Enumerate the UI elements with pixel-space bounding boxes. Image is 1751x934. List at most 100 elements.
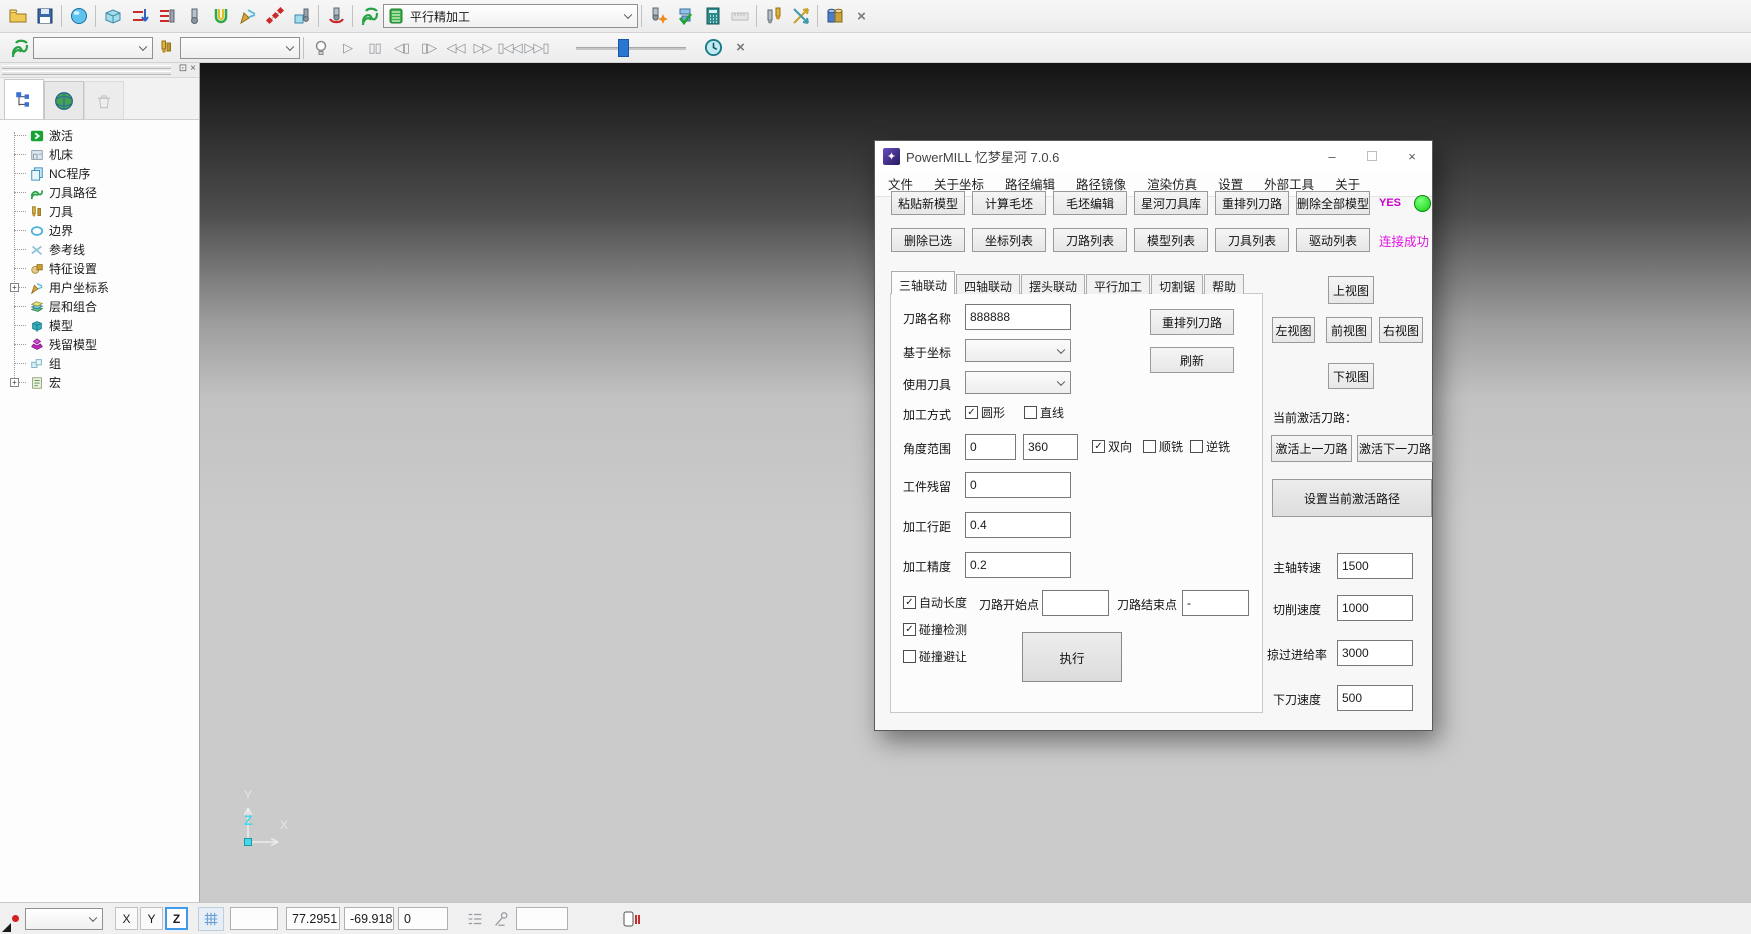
maximize-button[interactable] <box>1352 141 1392 171</box>
calc-block-button[interactable]: 计算毛坯 <box>972 191 1046 215</box>
step-back-button[interactable]: ◁▯ <box>388 35 415 61</box>
tolerance-input[interactable]: 0.2 <box>965 552 1071 578</box>
statusbar-combo[interactable] <box>25 908 103 930</box>
feeds-speeds-button[interactable] <box>153 3 180 29</box>
rapid-heights-button[interactable] <box>126 3 153 29</box>
view-left-button[interactable]: 左视图 <box>1272 317 1315 343</box>
angle-to-input[interactable]: 360 <box>1023 434 1078 460</box>
bidirectional-checkbox[interactable]: ✓双向 <box>1092 438 1132 455</box>
start-point-input[interactable] <box>1042 590 1109 616</box>
toolpath-list-button[interactable]: 刀路列表 <box>1053 228 1127 252</box>
measure-button[interactable] <box>726 3 753 29</box>
save-project-button[interactable] <box>31 3 58 29</box>
tree-item-nc-programs[interactable]: NC程序 <box>6 164 199 183</box>
dialog-close-button[interactable]: × <box>1392 141 1432 171</box>
toolbar2-close-button[interactable]: × <box>727 35 754 61</box>
cutting-feed-input[interactable]: 1000 <box>1337 595 1413 621</box>
tree-item-levels-sets[interactable]: 层和组合 <box>6 297 199 316</box>
simulation-tool-button2[interactable] <box>153 35 180 61</box>
toolpath-transform-button[interactable] <box>787 3 814 29</box>
resize-grip[interactable] <box>2 923 11 932</box>
go-start-button[interactable]: ▯◁◁ <box>496 35 523 61</box>
climb-checkbox[interactable]: 顺铣 <box>1143 438 1183 455</box>
tool-button[interactable] <box>180 3 207 29</box>
go-end-button[interactable]: ▷▷▯ <box>523 35 550 61</box>
search-back-button[interactable]: ◁◁ <box>442 35 469 61</box>
tab-parallel[interactable]: 平行加工 <box>1086 274 1150 294</box>
block-edit-button[interactable]: 毛坯编辑 <box>1053 191 1127 215</box>
float-panel-icon[interactable]: ⊡ <box>179 63 187 74</box>
pause-button[interactable]: ▯▯ <box>361 35 388 61</box>
tree-item-machine[interactable]: 机床 <box>6 145 199 164</box>
tree-item-workplanes[interactable]: +用户坐标系 <box>6 278 199 297</box>
activate-prev-button[interactable]: 激活上一刀路 <box>1271 435 1352 462</box>
auto-length-checkbox[interactable]: ✓自动长度 <box>903 594 967 611</box>
mode-circle-checkbox[interactable]: ✓圆形 <box>965 404 1005 421</box>
simulation-clock-button[interactable] <box>700 35 727 61</box>
collision-check-button[interactable] <box>821 3 848 29</box>
tool-list-button[interactable]: 刀具列表 <box>1215 228 1289 252</box>
tab-explorer-world[interactable] <box>44 81 84 119</box>
axis-y-button[interactable]: Y <box>140 907 163 930</box>
simulation-toolpath-combo[interactable] <box>33 37 153 59</box>
view-right-button[interactable]: 右视图 <box>1379 317 1423 343</box>
tab-explorer-trash[interactable] <box>84 81 124 119</box>
model-list-button[interactable]: 模型列表 <box>1134 228 1208 252</box>
simulation-toolpath-button[interactable] <box>6 35 33 61</box>
tab-saw[interactable]: 切割锯 <box>1151 274 1203 294</box>
simulation-speed-slider[interactable] <box>576 37 686 59</box>
tree-item-feature-sets[interactable]: 特征设置 <box>6 259 199 278</box>
rearrange-toolpaths-button[interactable]: 重排列刀路 <box>1215 191 1289 215</box>
tool-library-button[interactable]: 星河刀具库 <box>1134 191 1208 215</box>
based-coord-combo[interactable] <box>965 339 1071 362</box>
activate-next-button[interactable]: 激活下一刀路 <box>1357 435 1433 462</box>
view-top-button[interactable]: 上视图 <box>1328 276 1374 304</box>
tab-head-tilt[interactable]: 摆头联动 <box>1021 274 1085 294</box>
tree-item-tools[interactable]: 刀具 <box>6 202 199 221</box>
toolpath-button[interactable] <box>356 3 383 29</box>
execute-button[interactable]: 执行 <box>1022 632 1122 682</box>
dialog-titlebar[interactable]: ✦ PowerMILL 忆梦星河 7.0.6 – × <box>875 141 1432 171</box>
tree-item-boundaries[interactable]: 边界 <box>6 221 199 240</box>
clipboard-phone-icon[interactable] <box>618 907 644 931</box>
expand-icon[interactable]: + <box>10 378 19 387</box>
simulation-tool-combo[interactable] <box>180 37 300 59</box>
explorer-grip-strip[interactable]: ⊡ × <box>0 63 199 78</box>
stock-remain-input[interactable]: 0 <box>965 472 1071 498</box>
toolbar-close-button[interactable]: × <box>848 3 875 29</box>
simulate-tool-button[interactable] <box>322 3 349 29</box>
shaded-view-button[interactable] <box>65 3 92 29</box>
delete-all-models-button[interactable]: 删除全部模型 <box>1296 191 1370 215</box>
grid-toggle-button[interactable] <box>198 907 224 931</box>
tab-3axis[interactable]: 三轴联动 <box>891 271 955 294</box>
coord-list-button[interactable]: 坐标列表 <box>972 228 1046 252</box>
tree-item-toolpaths[interactable]: 刀具路径 <box>6 183 199 202</box>
tree-item-groups[interactable]: 组 <box>6 354 199 373</box>
collision-avoid-checkbox[interactable]: 碰撞避让 <box>903 648 967 665</box>
slider-handle[interactable] <box>618 39 629 57</box>
collision-check-checkbox[interactable]: ✓碰撞检测 <box>903 621 967 638</box>
close-panel-icon[interactable]: × <box>190 63 196 74</box>
simulate-entity-button[interactable] <box>645 3 672 29</box>
axis-z-button[interactable]: Z <box>165 907 188 930</box>
stepover-input[interactable]: 0.4 <box>965 512 1071 538</box>
view-front-button[interactable]: 前视图 <box>1326 317 1372 343</box>
tree-item-macros[interactable]: +宏 <box>6 373 199 392</box>
open-project-button[interactable] <box>4 3 31 29</box>
plunge-feed-input[interactable]: 500 <box>1337 685 1413 711</box>
axis-x-button[interactable]: X <box>115 907 138 930</box>
pattern-button[interactable] <box>261 3 288 29</box>
tool-pair-button[interactable] <box>760 3 787 29</box>
set-active-path-button[interactable]: 设置当前激活路径 <box>1272 479 1432 517</box>
rearrange-button[interactable]: 重排列刀路 <box>1150 309 1234 335</box>
refresh-button[interactable]: 刷新 <box>1150 347 1234 373</box>
view-bottom-button[interactable]: 下视图 <box>1328 363 1374 389</box>
spindle-speed-input[interactable]: 1500 <box>1337 553 1413 579</box>
tab-help[interactable]: 帮助 <box>1204 274 1244 294</box>
tree-item-stock-models[interactable]: 残留模型 <box>6 335 199 354</box>
tree-item-activate[interactable]: 激活 <box>6 126 199 145</box>
block-button[interactable] <box>99 3 126 29</box>
boundary-button[interactable] <box>288 3 315 29</box>
mode-line-checkbox[interactable]: 直线 <box>1024 404 1064 421</box>
skim-feed-input[interactable]: 3000 <box>1337 640 1413 666</box>
